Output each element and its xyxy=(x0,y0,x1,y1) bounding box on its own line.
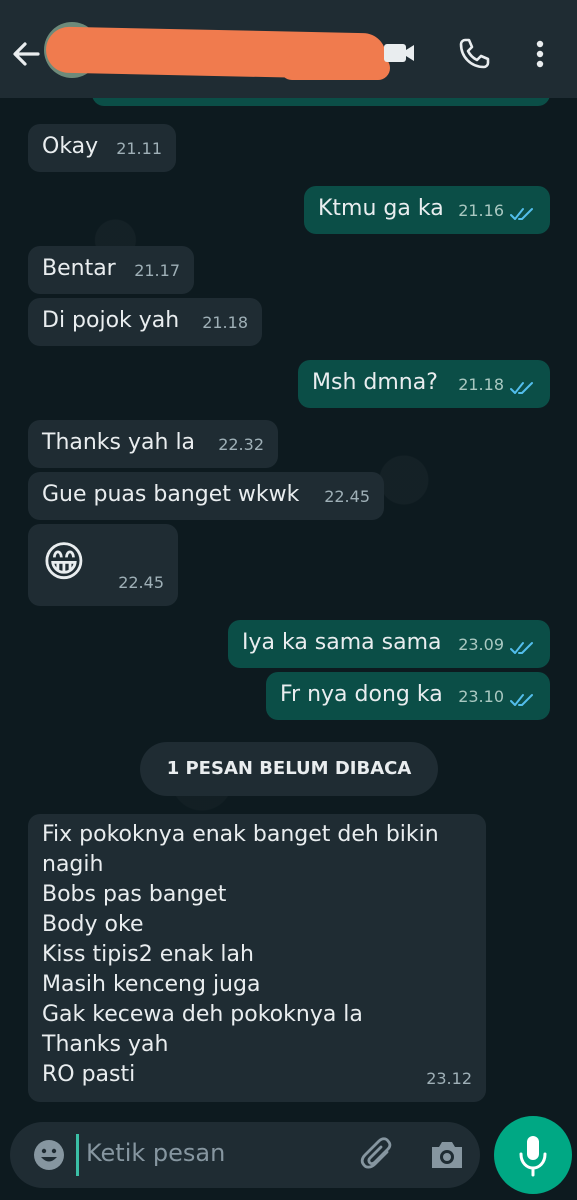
unread-messages-divider: 1 PESAN BELUM DIBACA xyxy=(140,742,438,796)
message-incoming-emoji[interactable]: 😁 22.45 xyxy=(28,524,178,606)
message-text: Gue puas banget wkwk xyxy=(42,482,300,507)
message-time: 22.32 xyxy=(218,435,264,454)
message-time: 21.16 xyxy=(458,201,504,220)
message-incoming[interactable]: Di pojok yah 21.18 xyxy=(28,298,262,346)
mic-icon xyxy=(519,1136,547,1177)
redacted-contact-status xyxy=(280,56,390,80)
message-outgoing[interactable]: Fr nya dong ka 23.10 xyxy=(266,672,550,720)
message-outgoing[interactable]: Iya ka sama sama 23.09 xyxy=(228,620,550,668)
camera-icon[interactable] xyxy=(428,1138,466,1172)
message-emoji: 😁 xyxy=(42,537,86,586)
read-ticks-icon xyxy=(510,208,533,220)
emoji-icon[interactable] xyxy=(32,1138,66,1172)
message-text: Msh dmna? xyxy=(312,370,438,395)
message-incoming[interactable]: Thanks yah la 22.32 xyxy=(28,420,278,468)
message-composer[interactable]: Ketik pesan xyxy=(10,1122,480,1188)
message-incoming[interactable]: Gue puas banget wkwk 22.45 xyxy=(28,472,384,520)
video-call-icon[interactable] xyxy=(378,38,418,68)
message-text: Iya ka sama sama xyxy=(242,630,442,655)
message-text: Fix pokoknya enak banget deh bikin nagih… xyxy=(42,822,439,1087)
message-text: Okay xyxy=(42,134,99,159)
message-input[interactable]: Ketik pesan xyxy=(86,1139,225,1167)
message-time: 23.12 xyxy=(426,1069,472,1088)
message-time: 22.45 xyxy=(118,573,164,592)
text-caret xyxy=(76,1134,79,1176)
message-time: 21.18 xyxy=(458,375,504,394)
message-text: Thanks yah la xyxy=(42,430,196,455)
message-text: Bentar xyxy=(42,256,116,281)
message-outgoing[interactable]: Ktmu ga ka 21.16 xyxy=(304,186,550,234)
read-ticks-icon xyxy=(510,382,533,394)
chat-header xyxy=(0,0,577,98)
phone-call-icon[interactable] xyxy=(456,36,492,72)
back-arrow-icon[interactable] xyxy=(8,36,44,72)
mic-button[interactable] xyxy=(494,1116,572,1194)
message-time: 21.17 xyxy=(134,261,180,280)
read-ticks-icon xyxy=(510,694,533,706)
message-time: 21.11 xyxy=(116,139,162,158)
message-incoming[interactable]: Bentar 21.17 xyxy=(28,246,194,294)
message-incoming[interactable]: Fix pokoknya enak banget deh bikin nagih… xyxy=(28,814,486,1102)
message-time: 22.45 xyxy=(324,487,370,506)
message-text: Di pojok yah xyxy=(42,308,180,333)
message-text: Ktmu ga ka xyxy=(318,196,444,221)
read-ticks-icon xyxy=(510,642,533,654)
message-outgoing[interactable]: Msh dmna? 21.18 xyxy=(298,360,550,408)
more-vertical-icon[interactable] xyxy=(528,36,552,72)
message-time: 23.10 xyxy=(458,687,504,706)
message-time: 21.18 xyxy=(202,313,248,332)
message-text: Fr nya dong ka xyxy=(280,682,443,707)
attach-icon[interactable] xyxy=(360,1136,396,1174)
message-incoming[interactable]: Okay 21.11 xyxy=(28,124,176,172)
message-time: 23.09 xyxy=(458,635,504,654)
